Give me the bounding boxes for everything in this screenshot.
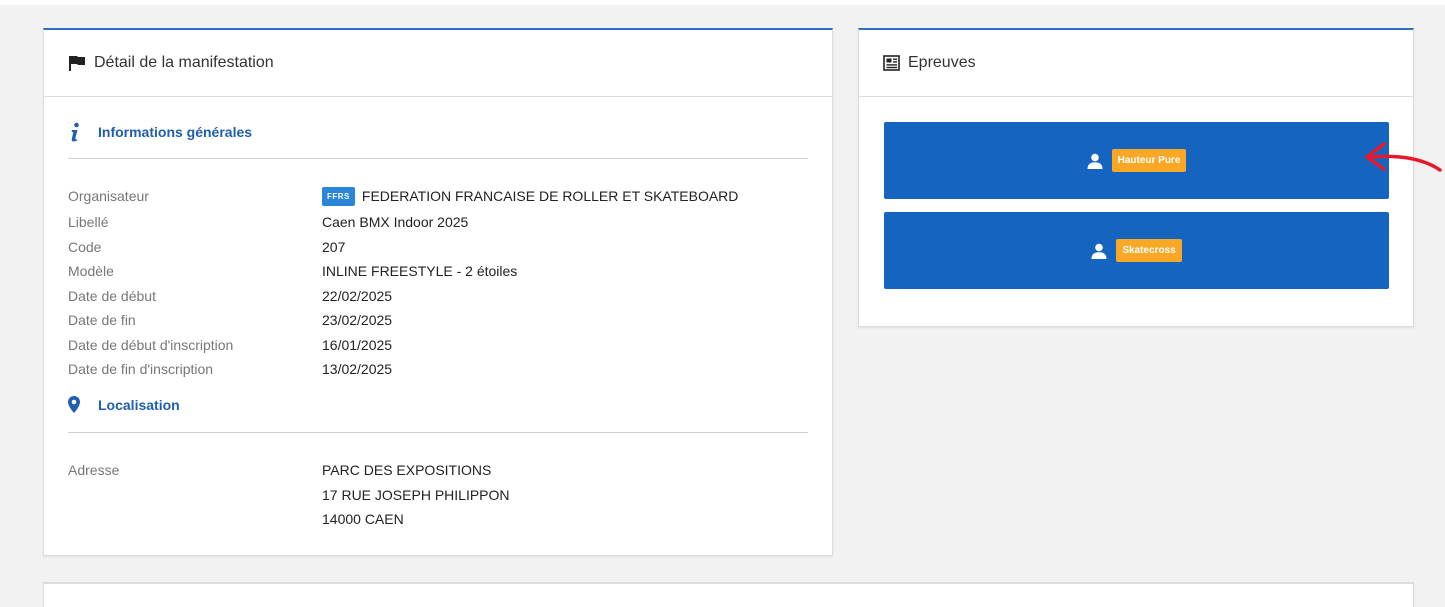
flag-icon [68,55,86,71]
epreuve-tag: Skatecross [1116,239,1182,262]
epreuves-panel: Epreuves Hauteur Pure Skatecross [858,28,1414,327]
event-detail-panel: Détail de la manifestation Informations … [43,28,833,556]
user-icon [1087,153,1103,169]
field-row-libelle: Libellé Caen BMX Indoor 2025 [68,210,808,234]
epreuves-title: Epreuves [908,54,976,71]
field-label: Date de début [68,288,156,304]
field-row-fin-inscription: Date de fin d'inscription 13/02/2025 [68,357,808,381]
field-label: Modèle [68,263,114,279]
field-value: 16/01/2025 [322,337,393,353]
info-icon [68,122,90,142]
field-row-organisateur: Organisateur FFRS FEDERATION FRANCAISE D… [68,184,808,208]
field-value: 22/02/2025 [322,288,393,304]
annotation-arrow-icon [1362,140,1442,185]
address-line: 17 RUE JOSEPH PHILIPPON [322,486,510,503]
map-marker-icon [68,396,90,413]
location-heading: Localisation [68,396,180,413]
ffrs-badge: FFRS [322,186,355,206]
field-value: FEDERATION FRANCAISE DE ROLLER ET SKATEB… [361,188,739,204]
field-row-date-debut: Date de début 22/02/2025 [68,284,808,308]
field-value: 13/02/2025 [322,361,393,377]
address-label: Adresse [68,462,120,478]
address-line: 14000 CAEN [322,511,404,527]
field-value: INLINE FREESTYLE - 2 étoiles [322,263,518,279]
newspaper-icon [883,55,900,71]
user-icon [1091,243,1107,259]
field-row-modele: Modèle INLINE FREESTYLE - 2 étoiles [68,259,808,283]
field-label: Code [68,239,102,255]
field-row-code: Code 207 [68,235,808,259]
bottom-panel [43,582,1414,607]
field-value: 207 [322,239,346,255]
event-detail-title: Détail de la manifestation [94,54,274,71]
section-divider [68,432,808,433]
general-info-title: Informations générales [98,124,253,140]
field-label: Libellé [68,214,109,230]
address-line: PARC DES EXPOSITIONS [322,462,492,478]
top-strip [0,0,1445,5]
general-info-heading: Informations générales [68,122,252,142]
field-row-date-fin: Date de fin 23/02/2025 [68,308,808,332]
epreuves-header: Epreuves [859,30,1413,97]
event-detail-header: Détail de la manifestation [44,30,832,97]
field-label: Date de début d'inscription [68,337,234,353]
field-value: 23/02/2025 [322,312,393,328]
field-label: Date de fin d'inscription [68,361,214,377]
epreuve-button-skatecross[interactable]: Skatecross [884,212,1389,289]
epreuve-button-hauteur-pure[interactable]: Hauteur Pure [884,122,1389,199]
field-label: Date de fin [68,312,136,328]
section-divider [68,158,808,159]
address-row: Adresse PARC DES EXPOSITIONS 17 RUE JOSE… [68,458,510,532]
epreuve-tag: Hauteur Pure [1111,149,1187,172]
field-label: Organisateur [68,188,149,204]
location-title: Localisation [98,396,180,413]
field-value: Caen BMX Indoor 2025 [322,214,469,230]
field-row-debut-inscription: Date de début d'inscription 16/01/2025 [68,333,808,357]
